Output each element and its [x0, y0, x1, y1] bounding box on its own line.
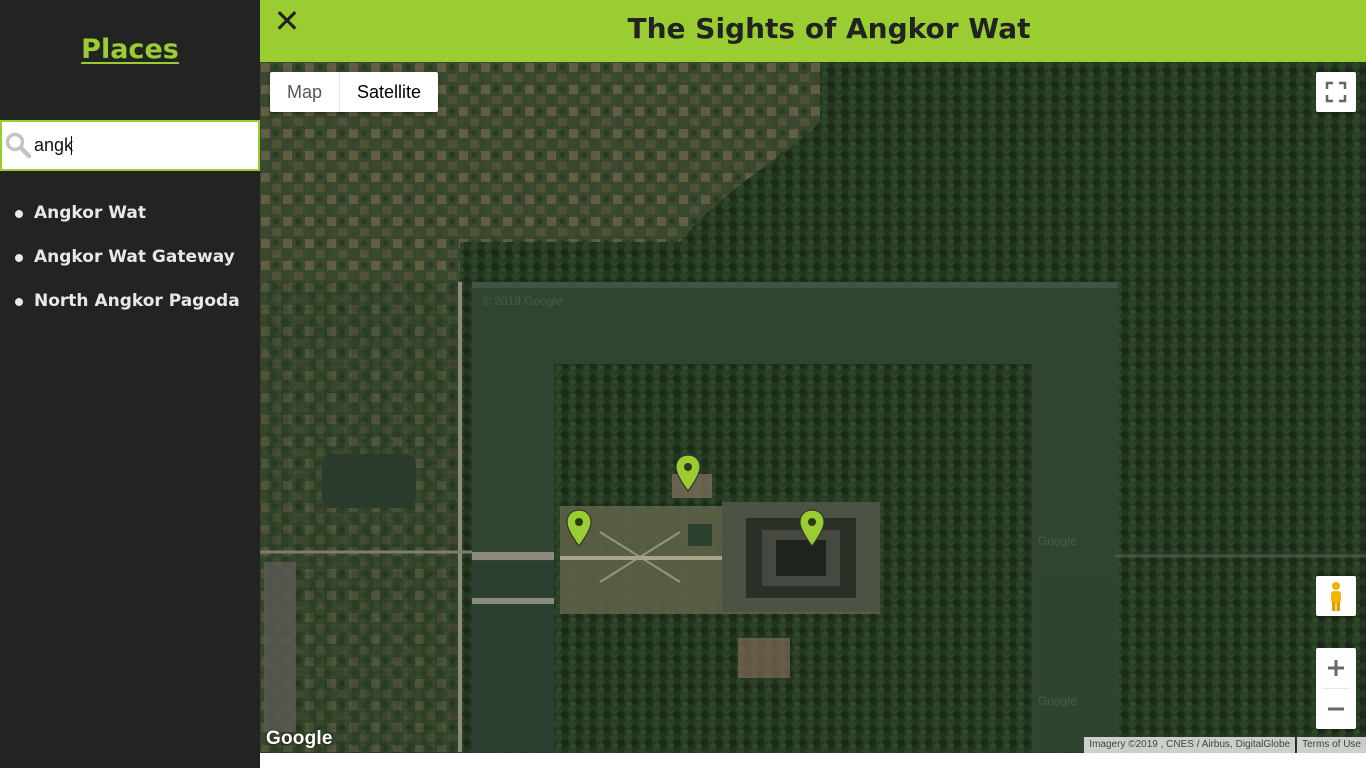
header-bar: ✕ The Sights of Angkor Wat [260, 0, 1366, 62]
map-watermark: Google [1038, 694, 1077, 708]
imagery-credit: Imagery ©2019 , CNES / Airbus, DigitalGl… [1084, 737, 1296, 753]
map-marker[interactable] [799, 509, 825, 547]
zoom-out-button[interactable] [1316, 689, 1356, 729]
satellite-imagery [260, 62, 1366, 753]
google-logo[interactable]: Google [266, 728, 333, 750]
terms-of-use-link[interactable]: Terms of Use [1297, 737, 1366, 753]
map-type-control: Map Satellite [270, 72, 439, 112]
places-list: Angkor Wat Angkor Wat Gateway North Angk… [0, 196, 260, 328]
map-marker[interactable] [566, 509, 592, 547]
bullet-icon [15, 254, 23, 262]
place-label[interactable]: Angkor Wat [34, 203, 146, 223]
map-type-satellite-button[interactable]: Satellite [339, 72, 438, 112]
map-marker[interactable] [675, 454, 701, 492]
search-icon [5, 132, 32, 159]
bullet-icon [15, 210, 23, 218]
plus-icon [1328, 660, 1344, 676]
sidebar: Places Angkor Wat Angkor Wat Gateway Nor… [0, 0, 260, 768]
place-label[interactable]: North Angkor Pagoda [34, 291, 240, 311]
list-item[interactable]: North Angkor Pagoda [0, 284, 260, 328]
map-watermark: Google [1038, 534, 1077, 548]
fullscreen-button[interactable] [1316, 72, 1356, 112]
search-input[interactable] [32, 130, 256, 160]
search-box[interactable] [0, 120, 260, 171]
sidebar-title: Places [81, 34, 179, 65]
list-item[interactable]: Angkor Wat Gateway [0, 240, 260, 284]
pegman-icon [1331, 582, 1341, 611]
minus-icon [1328, 707, 1344, 711]
fullscreen-icon [1325, 81, 1347, 103]
map-canvas[interactable]: © 2019 Google Google Google Map Satellit… [260, 62, 1366, 753]
zoom-control [1316, 648, 1356, 729]
map-watermark: © 2019 Google [482, 294, 563, 308]
map-type-map-button[interactable]: Map [270, 72, 339, 112]
place-label[interactable]: Angkor Wat Gateway [34, 247, 235, 267]
map-attribution: Imagery ©2019 , CNES / Airbus, DigitalGl… [1084, 737, 1366, 753]
bullet-icon [15, 298, 23, 306]
street-view-button[interactable] [1316, 576, 1356, 616]
page-title: The Sights of Angkor Wat [627, 12, 1031, 45]
list-item[interactable]: Angkor Wat [0, 196, 260, 240]
zoom-in-button[interactable] [1316, 648, 1356, 688]
text-caret [71, 136, 72, 155]
